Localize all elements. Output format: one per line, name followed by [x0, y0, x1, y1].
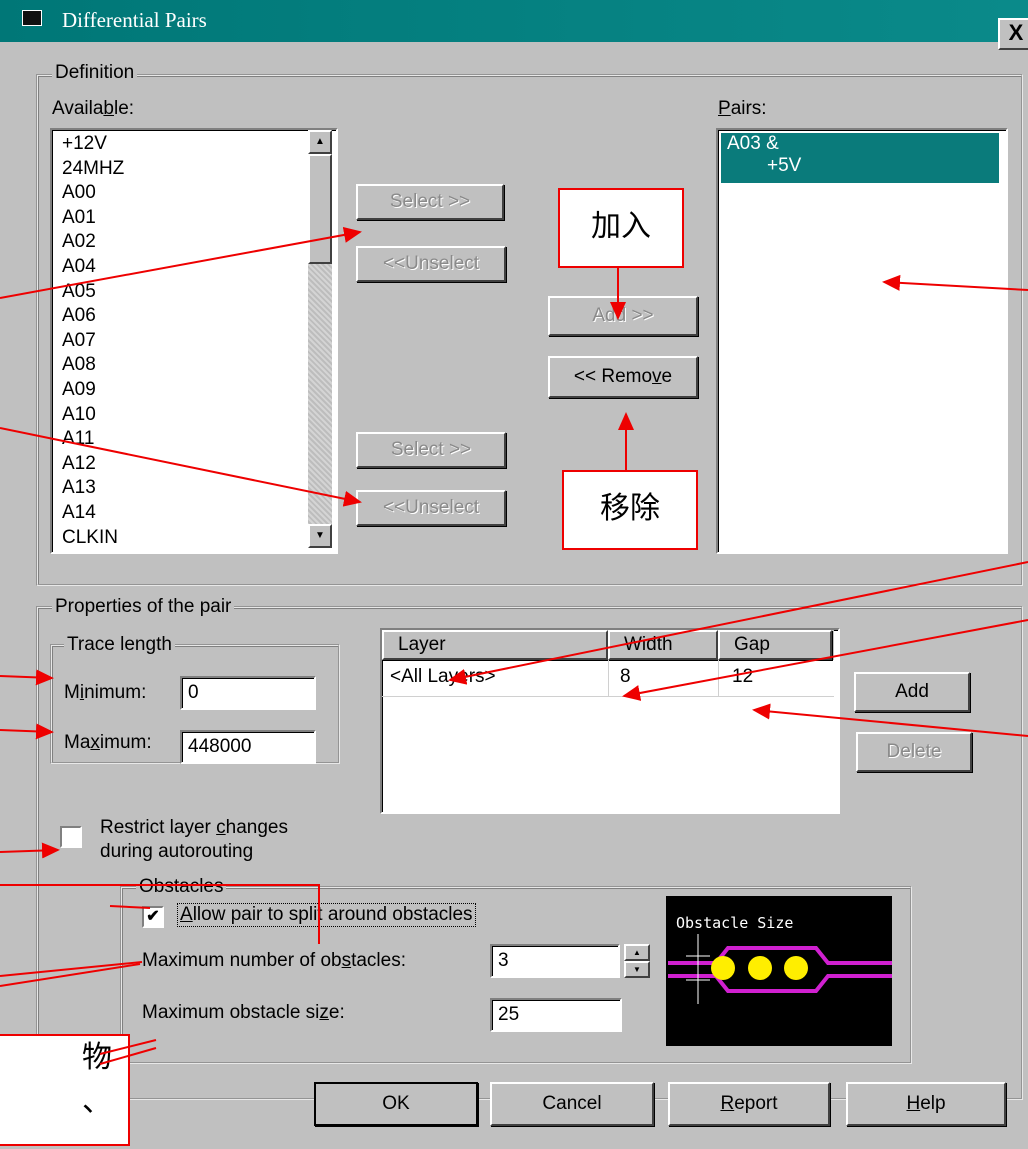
list-item[interactable]: +12V — [54, 132, 306, 157]
list-item[interactable]: A02 — [54, 230, 306, 255]
list-item[interactable]: A09 — [54, 378, 306, 403]
obstacle-size-caption: Obstacle Size — [676, 914, 794, 932]
annotation-partial-box: 物 、 — [0, 1034, 130, 1146]
available-scrollbar[interactable]: ▲ ▼ — [308, 130, 332, 548]
column-header-gap[interactable]: Gap — [718, 630, 832, 660]
select-button-top[interactable]: Select >> — [356, 184, 504, 220]
column-header-width[interactable]: Width — [608, 630, 718, 660]
add-pair-button[interactable]: Add >> — [548, 296, 698, 336]
annotation-add-box: 加入 — [558, 188, 684, 268]
annotation-left-box — [0, 884, 320, 944]
list-item[interactable]: A04 — [54, 255, 306, 280]
list-item[interactable]: CLKIN — [54, 526, 306, 551]
column-header-layer[interactable]: Layer — [382, 630, 608, 660]
list-item[interactable]: A12 — [54, 452, 306, 477]
obstacle-preview: Obstacle Size — [666, 896, 892, 1046]
properties-group-label: Properties of the pair — [52, 596, 235, 618]
list-item[interactable]: A06 — [54, 304, 306, 329]
list-item[interactable]: A13 — [54, 476, 306, 501]
max-obstacles-label: Maximum number of obstacles: — [142, 950, 406, 971]
minimum-input[interactable]: 0 — [180, 676, 316, 710]
pair-line-1: A03 & — [727, 133, 779, 154]
max-obstacles-spinner[interactable]: ▲ ▼ — [624, 944, 650, 978]
scroll-up-button[interactable]: ▲ — [308, 130, 332, 154]
list-item[interactable]: A10 — [54, 403, 306, 428]
list-item[interactable]: A05 — [54, 280, 306, 305]
pairs-selected-item[interactable]: A03 & +5V — [721, 133, 999, 183]
close-button[interactable]: X — [998, 18, 1028, 50]
max-obstacles-input[interactable]: 3 — [490, 944, 620, 978]
pair-line-2: +5V — [767, 155, 802, 176]
ok-button[interactable]: OK — [314, 1082, 478, 1126]
list-item[interactable]: A07 — [54, 329, 306, 354]
max-size-input[interactable]: 25 — [490, 998, 622, 1032]
minimum-label: Minimum: — [64, 682, 147, 703]
max-size-label: Maximum obstacle size: — [142, 1002, 345, 1023]
window-title: Differential Pairs — [62, 8, 207, 32]
cell-layer: <All Layers> — [390, 666, 496, 687]
list-item[interactable]: A11 — [54, 427, 306, 452]
available-label: Available: — [52, 98, 135, 119]
layers-table-header: Layer Width Gap — [382, 630, 834, 660]
cancel-button[interactable]: Cancel — [490, 1082, 654, 1126]
delete-layer-button[interactable]: Delete — [856, 732, 972, 772]
scroll-down-button[interactable]: ▼ — [308, 524, 332, 548]
unselect-button-top[interactable]: <<Unselect — [356, 246, 506, 282]
annotation-remove-box: 移除 — [562, 470, 698, 550]
maximum-label: Maximum: — [64, 732, 152, 753]
scroll-thumb[interactable] — [308, 154, 332, 264]
cell-width: 8 — [620, 666, 631, 687]
remove-pair-button[interactable]: << Remove — [548, 356, 698, 398]
unselect-button-bottom[interactable]: <<Unselect — [356, 490, 506, 526]
definition-group-label: Definition — [52, 62, 138, 84]
list-item[interactable]: 24MHZ — [54, 157, 306, 182]
spin-down-icon[interactable]: ▼ — [624, 961, 650, 978]
spin-up-icon[interactable]: ▲ — [624, 944, 650, 961]
select-button-bottom[interactable]: Select >> — [356, 432, 506, 468]
available-list[interactable]: +12V 24MHZ A00 A01 A02 A04 A05 A06 A07 A08 A09 A10 A… — [50, 128, 338, 554]
maximum-input[interactable]: 448000 — [180, 730, 316, 764]
pairs-label: Pairs: — [718, 98, 767, 119]
list-item[interactable]: A01 — [54, 206, 306, 231]
add-layer-button[interactable]: Add — [854, 672, 970, 712]
pairs-list[interactable]: A03 & +5V — [716, 128, 1008, 554]
table-row[interactable]: <All Layers> 8 12 — [382, 660, 834, 697]
report-button[interactable]: Report — [668, 1082, 830, 1126]
trace-length-label: Trace length — [64, 634, 175, 656]
layers-table[interactable]: Layer Width Gap <All Layers> 8 12 — [380, 628, 840, 814]
app-icon[interactable] — [22, 10, 42, 26]
list-item[interactable]: A00 — [54, 181, 306, 206]
list-item[interactable]: A08 — [54, 353, 306, 378]
cell-gap: 12 — [732, 666, 754, 687]
restrict-label: Restrict layer changes during autoroutin… — [100, 817, 288, 862]
list-item[interactable]: A14 — [54, 501, 306, 526]
help-button[interactable]: Help — [846, 1082, 1006, 1126]
restrict-checkbox[interactable] — [60, 826, 82, 848]
